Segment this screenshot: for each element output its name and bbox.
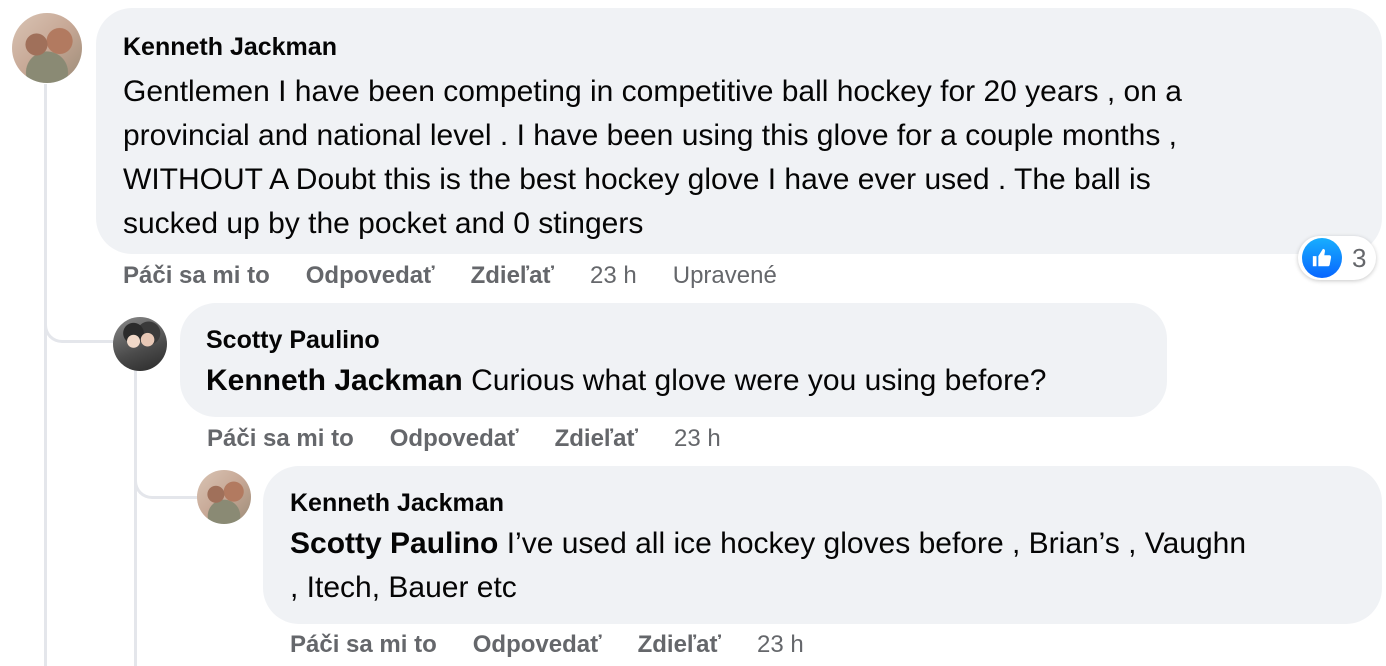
comment-author[interactable]: Kenneth Jackman [290, 486, 1382, 520]
reply-button[interactable]: Odpovedať [473, 631, 602, 659]
share-button[interactable]: Zdieľať [638, 631, 721, 659]
comment-text-line: provincial and national level . I have b… [123, 119, 1177, 152]
share-button[interactable]: Zdieľať [555, 425, 638, 453]
reaction-count: 3 [1352, 242, 1367, 273]
comment-bubble: Kenneth Jackman Scotty Paulino I’ve used… [263, 466, 1382, 624]
mention-link[interactable]: Scotty Paulino [290, 527, 498, 560]
comment-actions: Páči sa mi to Odpovedať Zdieľať 23 h [290, 629, 840, 661]
comment-text: Kenneth Jackman Curious what glove were … [206, 359, 1167, 403]
timestamp[interactable]: 23 h [590, 262, 637, 290]
reply-button[interactable]: Odpovedať [306, 262, 435, 290]
thread-line-main [44, 84, 47, 666]
comment-text-body: Curious what glove were you using before… [462, 364, 1047, 397]
share-button[interactable]: Zdieľať [471, 262, 554, 290]
comment-text-line: Scotty Paulino I’ve used all ice hockey … [290, 522, 1382, 566]
thread-connector-reply-1 [44, 300, 115, 343]
comment-actions: Páči sa mi to Odpovedať Zdieľať 23 h [207, 423, 757, 455]
comment-text-line: sucked up by the pocket and 0 stingers [123, 207, 644, 240]
like-button[interactable]: Páči sa mi to [290, 631, 437, 659]
comment-bubble: Kenneth Jackman Gentlemen I have been co… [96, 8, 1382, 254]
comment-text-line: Gentlemen I have been competing in compe… [123, 75, 1182, 108]
comment-bubble: Scotty Paulino Kenneth Jackman Curious w… [180, 303, 1167, 417]
avatar[interactable] [12, 13, 82, 83]
thread-connector-reply-2 [134, 460, 199, 499]
like-button[interactable]: Páči sa mi to [123, 262, 270, 290]
comment-actions: Páči sa mi to Odpovedať Zdieľať 23 h Upr… [123, 260, 813, 292]
avatar[interactable] [197, 470, 251, 524]
thread-line-nested [134, 370, 137, 666]
comment-text-line: , Itech, Bauer etc [290, 571, 517, 604]
comment-author[interactable]: Scotty Paulino [206, 323, 1167, 357]
comment-text-line: WITHOUT A Doubt this is the best hockey … [123, 163, 1151, 196]
mention-link[interactable]: Kenneth Jackman [206, 364, 463, 397]
timestamp[interactable]: 23 h [674, 425, 721, 453]
comment-author[interactable]: Kenneth Jackman [123, 30, 1382, 64]
timestamp[interactable]: 23 h [757, 631, 804, 659]
reply-button[interactable]: Odpovedať [390, 425, 519, 453]
edited-label: Upravené [672, 262, 777, 289]
reaction-summary[interactable]: 3 [1298, 236, 1377, 280]
thumbs-up-icon [1302, 238, 1342, 278]
avatar[interactable] [113, 317, 167, 371]
comment-text-body: I’ve used all ice hockey gloves before ,… [498, 527, 1247, 560]
like-button[interactable]: Páči sa mi to [207, 425, 354, 453]
